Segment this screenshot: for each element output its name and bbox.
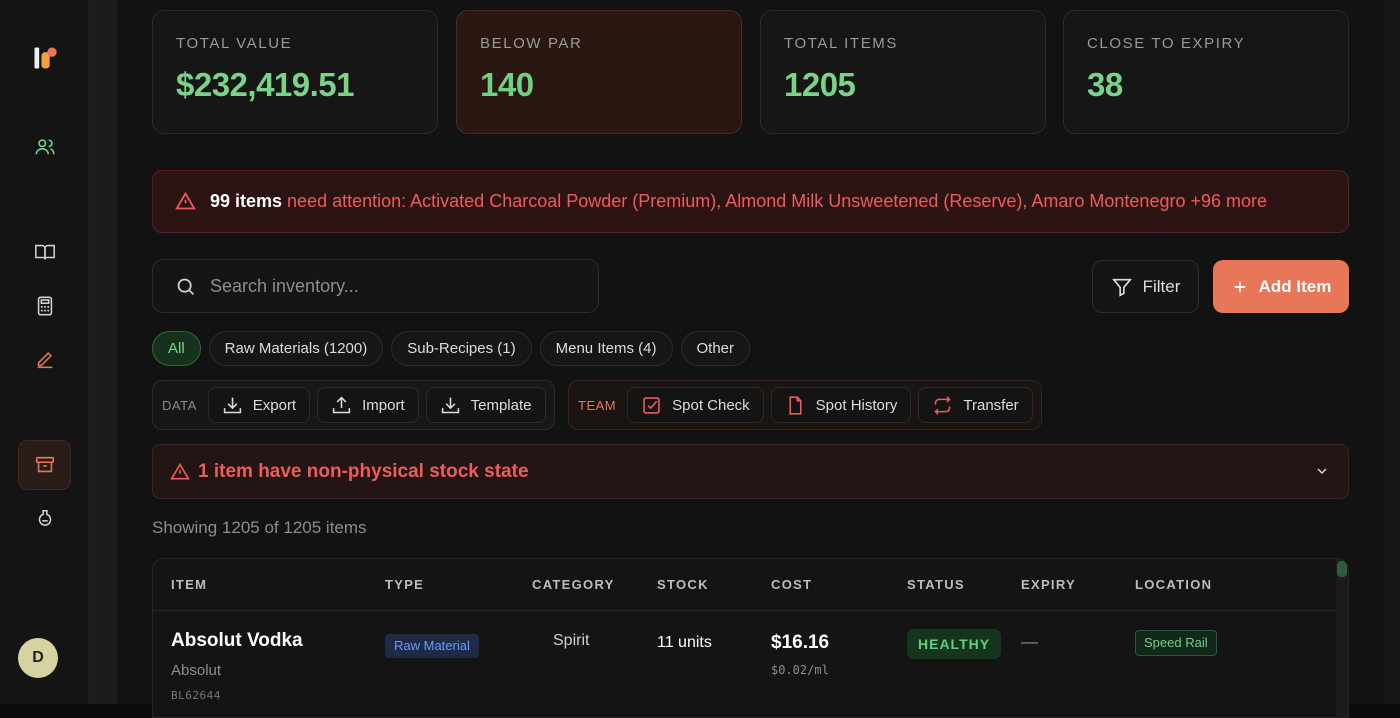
data-actions-group: DATA Export Import Template bbox=[152, 380, 555, 430]
scrollbar-thumb[interactable] bbox=[1337, 561, 1347, 577]
column-header-category[interactable]: CATEGORY bbox=[532, 577, 615, 592]
stat-label: TOTAL VALUE bbox=[176, 35, 293, 52]
upload-icon bbox=[332, 396, 351, 413]
item-sku: BL62644 bbox=[171, 689, 221, 702]
non-physical-stock-banner[interactable]: 1 item have non-physical stock state bbox=[152, 444, 1349, 499]
item-cost: $16.16 bbox=[771, 632, 830, 653]
filter-icon bbox=[1111, 278, 1132, 297]
export-label: Export bbox=[252, 396, 297, 414]
download-icon bbox=[441, 397, 459, 413]
column-header-type[interactable]: TYPE bbox=[385, 577, 424, 592]
book-icon[interactable] bbox=[27, 234, 63, 270]
user-avatar[interactable]: D bbox=[18, 638, 58, 678]
attention-message: need attention: Activated Charcoal Powde… bbox=[287, 191, 1268, 211]
showing-count: Showing 1205 of 1205 items bbox=[152, 518, 367, 537]
brand-logo[interactable] bbox=[27, 40, 63, 76]
download-icon bbox=[223, 397, 241, 413]
table-row[interactable]: Absolut Vodka Absolut BL62644 Raw Materi… bbox=[153, 612, 1338, 717]
tab-sub-recipes[interactable]: Sub-Recipes (1) bbox=[391, 331, 532, 366]
category-tabs: All Raw Materials (1200) Sub-Recipes (1)… bbox=[152, 331, 751, 366]
sidebar: D bbox=[0, 0, 89, 704]
type-badge: Raw Material bbox=[385, 634, 479, 658]
tab-all[interactable]: All bbox=[152, 331, 201, 366]
item-category: Spirit bbox=[553, 632, 590, 649]
inventory-page: TOTAL VALUE $232,419.51 BELOW PAR 140 TO… bbox=[117, 0, 1384, 718]
checkbox-icon bbox=[643, 396, 660, 414]
pencil-icon[interactable] bbox=[27, 342, 63, 378]
users-icon[interactable] bbox=[27, 129, 63, 165]
table-header: ITEM TYPE CATEGORY STOCK COST STATUS EXP… bbox=[153, 559, 1338, 611]
filter-label: Filter bbox=[1142, 276, 1181, 296]
search-box[interactable] bbox=[152, 259, 599, 313]
archive-icon[interactable] bbox=[18, 440, 71, 490]
add-item-label: Add Item bbox=[1258, 276, 1332, 296]
inventory-table: ITEM TYPE CATEGORY STOCK COST STATUS EXP… bbox=[152, 558, 1349, 718]
spot-check-label: Spot Check bbox=[672, 396, 750, 414]
stat-value: 1205 bbox=[784, 66, 856, 103]
calculator-icon[interactable] bbox=[27, 288, 63, 324]
spot-check-button[interactable]: Spot Check bbox=[627, 387, 764, 423]
location-badge[interactable]: Speed Rail bbox=[1135, 630, 1217, 656]
team-group-label: TEAM bbox=[578, 397, 617, 413]
column-header-status[interactable]: STATUS bbox=[907, 577, 965, 592]
item-name[interactable]: Absolut Vodka bbox=[171, 630, 303, 652]
stat-value: 38 bbox=[1087, 66, 1123, 103]
template-button[interactable]: Template bbox=[425, 387, 546, 423]
search-input[interactable] bbox=[210, 275, 570, 297]
stat-card-total-value: TOTAL VALUE $232,419.51 bbox=[152, 10, 438, 134]
export-button[interactable]: Export bbox=[207, 387, 311, 423]
column-header-expiry[interactable]: EXPIRY bbox=[1021, 577, 1076, 592]
column-header-stock[interactable]: STOCK bbox=[657, 577, 709, 592]
item-unit-cost: $0.02/ml bbox=[771, 663, 829, 677]
transfer-label: Transfer bbox=[963, 396, 1019, 414]
page-scrollbar[interactable] bbox=[1384, 0, 1400, 704]
stat-card-below-par[interactable]: BELOW PAR 140 bbox=[456, 10, 742, 134]
column-header-cost[interactable]: COST bbox=[771, 577, 812, 592]
column-header-location[interactable]: LOCATION bbox=[1135, 577, 1212, 592]
add-item-button[interactable]: Add Item bbox=[1213, 260, 1349, 313]
plus-icon bbox=[1234, 281, 1245, 292]
data-group-label: DATA bbox=[162, 397, 197, 413]
column-header-item[interactable]: ITEM bbox=[171, 577, 207, 592]
stat-value: $232,419.51 bbox=[176, 66, 355, 103]
chevron-down-icon[interactable] bbox=[1314, 463, 1330, 479]
item-expiry: — bbox=[1021, 632, 1038, 651]
transfer-button[interactable]: Transfer bbox=[918, 387, 1033, 423]
table-scrollbar[interactable] bbox=[1336, 559, 1348, 717]
stat-label: TOTAL ITEMS bbox=[784, 35, 899, 52]
status-badge: HEALTHY bbox=[907, 629, 1002, 659]
repeat-icon bbox=[934, 395, 951, 415]
warning-icon bbox=[175, 191, 196, 210]
team-actions-group: TEAM Spot Check Spot History Transfer bbox=[568, 380, 1042, 430]
spot-history-button[interactable]: Spot History bbox=[770, 387, 912, 423]
document-icon bbox=[789, 395, 802, 415]
stat-label: BELOW PAR bbox=[480, 35, 583, 52]
stat-label: CLOSE TO EXPIRY bbox=[1087, 35, 1246, 52]
stat-card-close-to-expiry[interactable]: CLOSE TO EXPIRY 38 bbox=[1063, 10, 1349, 134]
attention-alert[interactable]: 99 items need attention: Activated Charc… bbox=[152, 170, 1349, 233]
non-physical-text: 1 item have non-physical stock state bbox=[198, 460, 529, 482]
warning-icon bbox=[170, 462, 190, 479]
attention-count: 99 items bbox=[210, 191, 283, 211]
filter-button[interactable]: Filter bbox=[1092, 260, 1199, 313]
import-label: Import bbox=[362, 396, 405, 414]
tab-raw-materials[interactable]: Raw Materials (1200) bbox=[208, 331, 384, 366]
stat-card-total-items: TOTAL ITEMS 1205 bbox=[760, 10, 1046, 134]
tab-other[interactable]: Other bbox=[680, 331, 751, 366]
tab-menu-items[interactable]: Menu Items (4) bbox=[539, 331, 673, 366]
item-stock: 11 units bbox=[657, 634, 712, 651]
spot-history-label: Spot History bbox=[815, 396, 898, 414]
search-icon bbox=[177, 278, 194, 295]
item-brand: Absolut bbox=[171, 662, 222, 679]
stat-value: 140 bbox=[480, 66, 534, 103]
import-button[interactable]: Import bbox=[317, 387, 419, 423]
template-label: Template bbox=[470, 396, 532, 414]
flask-icon[interactable] bbox=[27, 501, 63, 537]
sidebar-gutter bbox=[89, 0, 117, 704]
